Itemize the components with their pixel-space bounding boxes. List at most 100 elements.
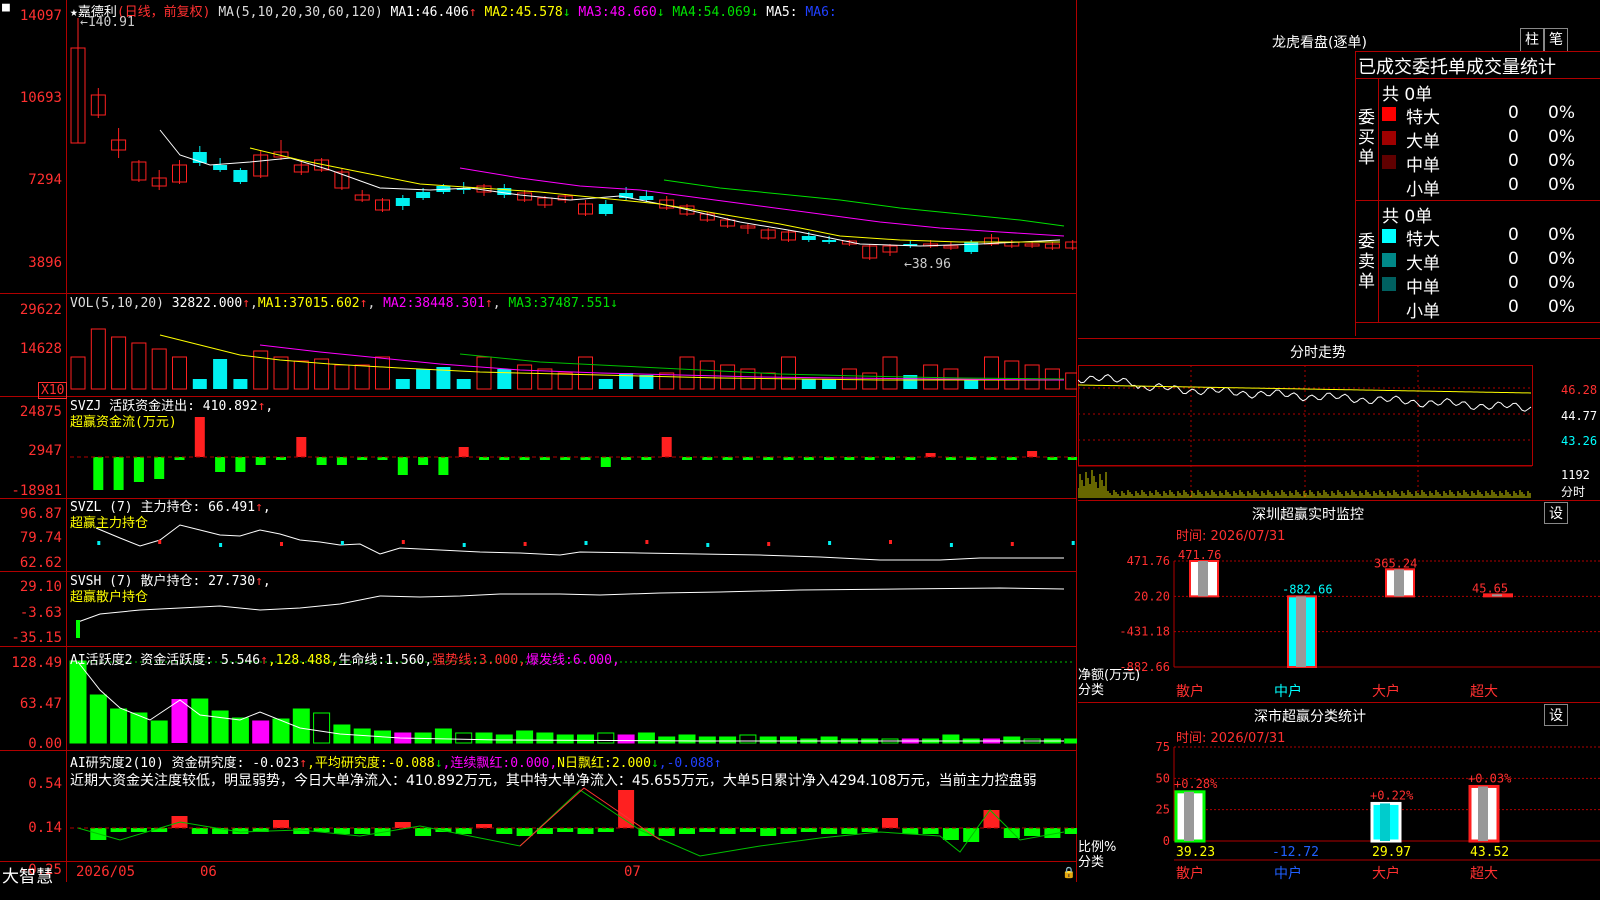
- svzl-marker: [158, 540, 162, 544]
- sell-qty: 0: [1508, 297, 1519, 317]
- aires-bar: [922, 828, 939, 834]
- sell-pct: 0%: [1548, 297, 1575, 317]
- svzj-value: 410.892: [202, 399, 258, 414]
- buy-qty: 0: [1508, 127, 1519, 147]
- svzl-marker: [401, 540, 405, 544]
- sz-class-ylabel1: 比例%: [1078, 840, 1117, 855]
- aires-axis-2: 0.14: [28, 820, 62, 836]
- aiact-bar: [942, 734, 960, 744]
- aires-bar: [273, 820, 289, 828]
- aires-bar: [760, 828, 777, 836]
- volume-bars: [70, 328, 1077, 390]
- volume-bar: [111, 336, 127, 390]
- kline-axis-2: 10693: [19, 90, 62, 106]
- intraday-titlebar: 分时走势: [1078, 338, 1600, 361]
- buy-row: 大单 0 0%: [1382, 127, 1600, 152]
- aiact-life: 1.560,: [385, 653, 433, 668]
- volume-bar: [862, 372, 878, 390]
- svsh-header: SVSH (7) 散户持仓: 27.730↑, 超赢散户持仓: [70, 574, 271, 606]
- volume-bar: [334, 364, 350, 390]
- buy-swatch: [1382, 131, 1396, 145]
- sz-class-chart[interactable]: 75 50 25 0 +0.28% 39.23 散户 -12.72 中户 +0.22% 29.97 大…: [1078, 702, 1600, 900]
- intraday-chart[interactable]: [1078, 360, 1600, 500]
- svzj-bar: [418, 457, 429, 465]
- main-chart-area[interactable]: 14097 10693 7294 3896 29622 14628 24875 …: [0, 0, 1077, 887]
- aiact-bar: [1003, 736, 1021, 744]
- ma1-label: MA1:: [390, 5, 422, 20]
- ma3-value: 48.660: [609, 5, 657, 20]
- aiact-axis-3: 0.00: [28, 736, 62, 752]
- svzl-marker: [280, 542, 283, 546]
- volume-bar: [984, 356, 999, 390]
- aiact-bar: [577, 734, 594, 744]
- aires-bar: [902, 828, 919, 834]
- volume-bar: [537, 368, 553, 390]
- volume-bar: [1004, 360, 1020, 390]
- menu-marker-icon[interactable]: ■: [2, 0, 10, 15]
- aires-bar: [983, 810, 1000, 828]
- svzl-marker: [1071, 541, 1075, 545]
- volume-bar: [639, 375, 654, 389]
- kline-header: ★嘉德利(日线，前复权) MA(5,10,20,30,60,120) MA1:4…: [70, 1, 837, 20]
- aiact-header: AI活跃度2 资金活跃度: 5.546↑,128.488,生命线:1.560,强…: [70, 649, 620, 668]
- svsh-axis-3: -35.15: [11, 630, 62, 646]
- aiact-axis-1: 128.49: [11, 655, 62, 671]
- sz-monitor-chart[interactable]: 471.7620.20-431.18-882.66471.76散户-882.66…: [1078, 500, 1600, 700]
- star-icon[interactable]: ★: [70, 5, 78, 20]
- aiact-bar: [252, 720, 270, 744]
- svsh-subtitle: 超赢散户持仓: [70, 590, 149, 605]
- svzj-bar: [336, 457, 347, 465]
- sell-row: 中单 0 0%: [1382, 273, 1600, 298]
- svzj-axis-3: -18981: [11, 483, 62, 499]
- svzl-marker: [462, 543, 466, 547]
- svzl-marker: [584, 541, 588, 545]
- lock-icon[interactable]: 🔒: [1062, 866, 1076, 879]
- volume-bar: [1024, 364, 1040, 390]
- aires-cont-label: ,连续飘红:: [442, 756, 511, 771]
- buy-pct: 0%: [1548, 175, 1575, 195]
- kline-candle: [213, 165, 228, 170]
- bar-mode-button[interactable]: 柱: [1520, 28, 1544, 52]
- sz-class-value-label: 29.97: [1372, 845, 1411, 860]
- ma4-value: 54.069: [703, 5, 751, 20]
- volume-bar: [131, 342, 147, 390]
- ma3-arrow: ↓: [656, 5, 665, 20]
- sz-monitor-category: 中户: [1274, 683, 1302, 700]
- sz-monitor-value-label: -882.66: [1282, 582, 1333, 596]
- kline-candle: [801, 236, 816, 240]
- volume-bar: [416, 369, 431, 389]
- svzj-bar: [255, 457, 266, 465]
- aiact-bar: [597, 732, 615, 744]
- sz-class-category: 大户: [1372, 865, 1400, 882]
- vol-header: VOL(5,10,20) 32822.000↑,MA1:37015.602↑, …: [70, 296, 618, 311]
- svsh-axis-1: 29.10: [19, 579, 62, 595]
- sell-pct: 0%: [1548, 249, 1575, 269]
- volume-bar: [213, 359, 228, 389]
- sell-pct: 0%: [1548, 225, 1575, 245]
- intraday-axis-3: 43.26: [1561, 434, 1598, 448]
- ma1-arrow: ↑: [468, 5, 477, 20]
- svzl-marker: [97, 541, 101, 545]
- ai-research-bars: [70, 787, 1077, 857]
- sz-monitor-tick: -431.18: [1119, 625, 1170, 639]
- tick-mode-button[interactable]: 笔: [1544, 28, 1568, 52]
- aiact-bar: [556, 734, 574, 744]
- svzj-bar: [661, 437, 672, 457]
- aires-bar: [455, 828, 472, 834]
- dragon-tabs[interactable]: 已成交委托单成交量统计: [1358, 53, 1556, 79]
- sell-swatch: [1382, 253, 1396, 267]
- kline-candles: [70, 18, 1077, 260]
- sz-monitor-bar-group: [1287, 595, 1317, 668]
- aires-bar: [679, 828, 695, 834]
- ma-header: MA(5,10,20,30,60,120): [218, 5, 383, 20]
- sz-class-bar-group: [1174, 790, 1206, 843]
- aiact-value: 5.546: [220, 653, 261, 668]
- aires-bar: [476, 824, 492, 828]
- buy-row: 中单 0 0%: [1382, 151, 1600, 176]
- sz-class-tick: 0: [1163, 834, 1170, 848]
- main-chart-svg[interactable]: [0, 0, 1077, 882]
- aires-bar: [415, 828, 432, 836]
- aiact-bar: [171, 699, 188, 743]
- aiact-strong-label: 强势线:: [432, 653, 480, 668]
- aires-header: AI研究度2(10) 资金研究度: -0.023↑,平均研究度:-0.088↓,…: [70, 752, 721, 771]
